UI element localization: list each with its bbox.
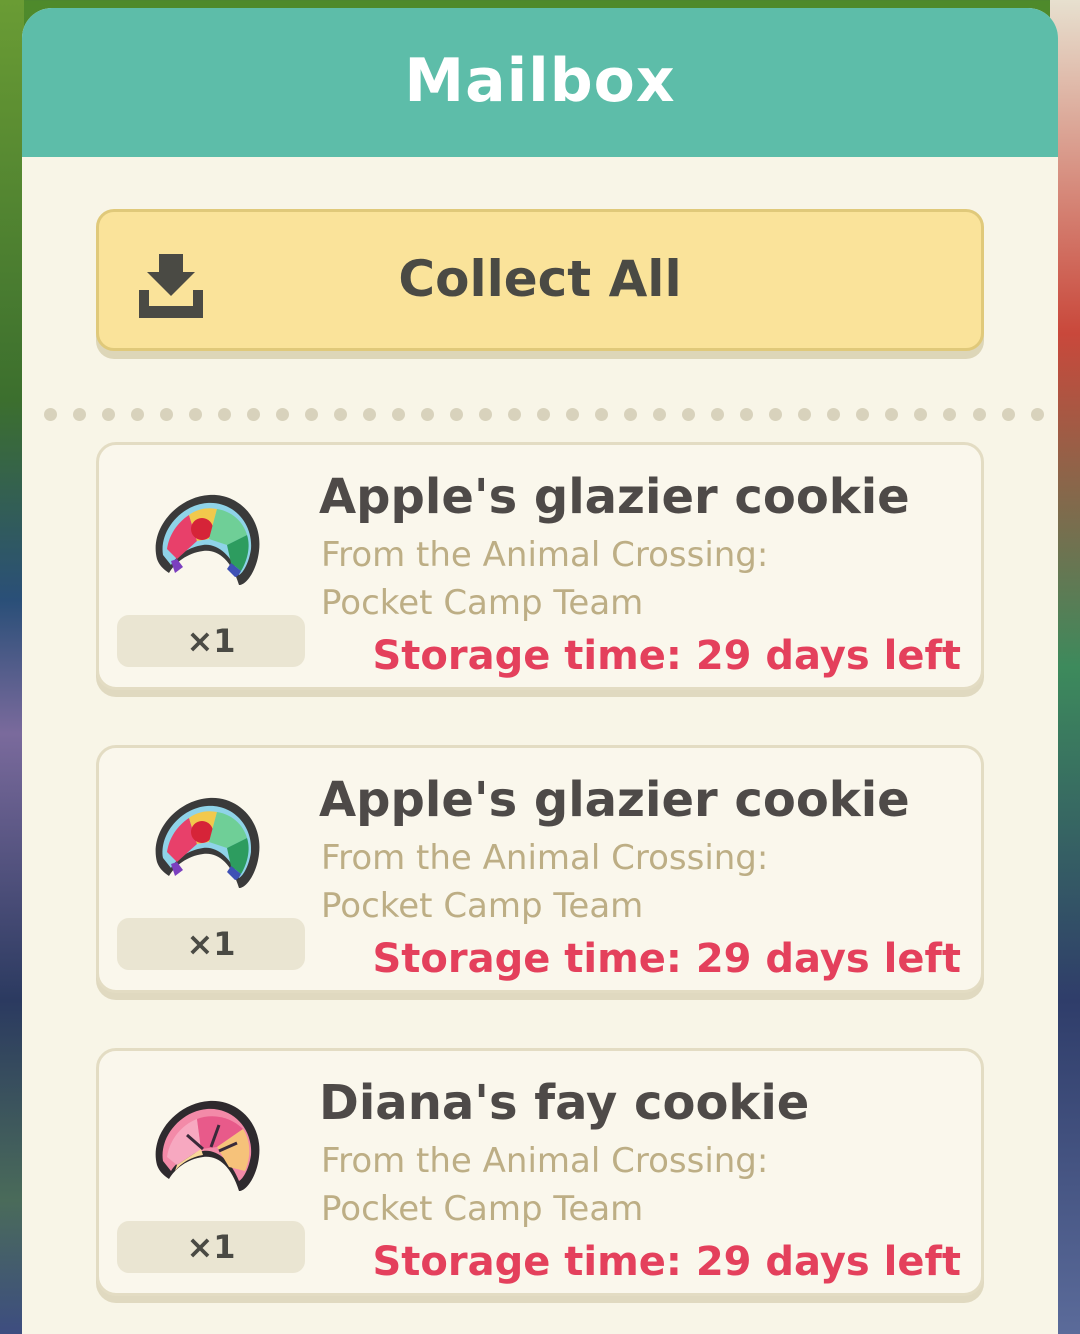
item-sender: From the Animal Crossing: Pocket Camp Te… (321, 838, 769, 926)
quantity-badge: ×1 (117, 1221, 305, 1273)
mailbox-header: Mailbox (22, 8, 1058, 157)
divider-dot (914, 408, 928, 421)
divider-dot (479, 408, 493, 421)
divider-dot (73, 408, 87, 421)
divider-dot (392, 408, 406, 421)
collect-all-button[interactable]: Collect All (96, 209, 984, 351)
storage-time-text: Storage time: 29 days left (372, 1239, 961, 1285)
collect-all-label: Collect All (398, 250, 682, 308)
mail-list: ×1 Apple's glazier cookie From the Anima… (96, 442, 984, 1334)
divider-dot (44, 408, 57, 421)
divider-dot (276, 408, 290, 421)
item-name: Apple's glazier cookie (319, 469, 910, 525)
divider-dot (102, 408, 116, 421)
divider-dot (421, 408, 435, 421)
divider-dot (218, 408, 232, 421)
quantity-badge: ×1 (117, 615, 305, 667)
divider-dot (798, 408, 812, 421)
divider-dot (537, 408, 551, 421)
divider-dot (972, 408, 986, 421)
divider-dot (508, 408, 522, 421)
divider-dot (711, 408, 725, 421)
divider-dot (740, 408, 754, 421)
divider-dot (334, 408, 348, 421)
divider-dot (1030, 408, 1044, 421)
background-scenery-left (0, 0, 24, 1334)
divider-dot (595, 408, 609, 421)
item-name: Diana's fay cookie (319, 1075, 810, 1131)
item-sender: From the Animal Crossing: Pocket Camp Te… (321, 1141, 769, 1229)
mail-item[interactable]: ×1 Diana's fay cookie From the Animal Cr… (96, 1048, 984, 1296)
divider-dot (1001, 408, 1015, 421)
glazier-cookie-icon (155, 494, 260, 585)
divider-dot (943, 408, 957, 421)
dotted-divider (44, 408, 1044, 424)
mailbox-title: Mailbox (404, 45, 676, 116)
quantity-badge: ×1 (117, 918, 305, 970)
divider-dot (450, 408, 464, 421)
divider-dot (885, 408, 899, 421)
divider-dot (856, 408, 870, 421)
divider-dot (653, 408, 667, 421)
mail-item[interactable]: ×1 Apple's glazier cookie From the Anima… (96, 442, 984, 690)
fay-cookie-icon (155, 1100, 260, 1191)
divider-dot (624, 408, 638, 421)
item-name: Apple's glazier cookie (319, 772, 910, 828)
storage-time-text: Storage time: 29 days left (372, 633, 961, 679)
mailbox-panel: Mailbox Collect All ×1 Apple's glazier c… (22, 8, 1058, 1334)
divider-dot (189, 408, 203, 421)
glazier-cookie-icon (155, 797, 260, 888)
divider-dot (682, 408, 696, 421)
divider-dot (131, 408, 145, 421)
divider-dot (160, 408, 174, 421)
divider-dot (247, 408, 261, 421)
divider-dot (827, 408, 841, 421)
divider-dot (363, 408, 377, 421)
divider-dot (305, 408, 319, 421)
item-sender: From the Animal Crossing: Pocket Camp Te… (321, 535, 769, 623)
storage-time-text: Storage time: 29 days left (372, 936, 961, 982)
divider-dot (769, 408, 783, 421)
mail-item[interactable]: ×1 Apple's glazier cookie From the Anima… (96, 745, 984, 993)
divider-dot (566, 408, 580, 421)
